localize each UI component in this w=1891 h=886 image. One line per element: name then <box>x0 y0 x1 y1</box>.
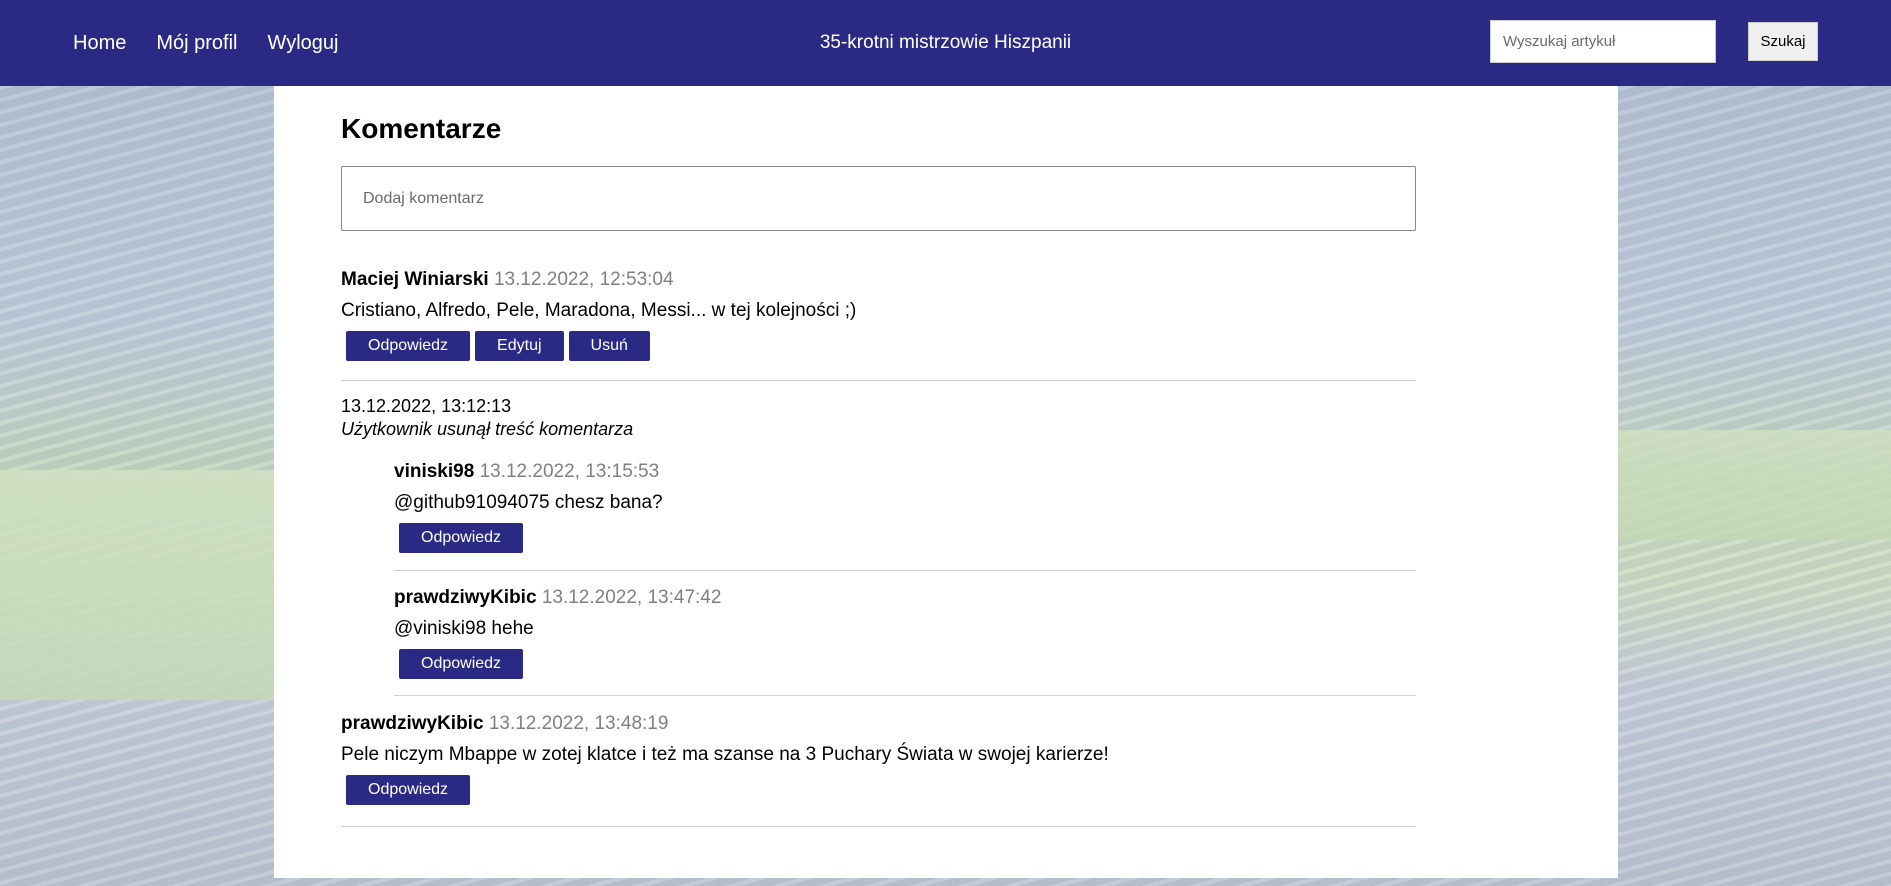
comment-author[interactable]: prawdziwyKibic <box>394 587 537 608</box>
comment-date: 13.12.2022, 13:15:53 <box>479 461 660 482</box>
search-input[interactable] <box>1490 20 1716 63</box>
comment-meta: Maciej Winiarski 13.12.2022, 12:53:04 <box>341 269 1416 291</box>
comment-author[interactable]: Maciej Winiarski <box>341 269 489 290</box>
comment-author[interactable]: prawdziwyKibic <box>341 713 484 734</box>
comment-date: 13.12.2022, 13:12:13 <box>341 396 512 416</box>
comment-date: 13.12.2022, 13:48:19 <box>488 713 669 734</box>
comment-actions: Odpowiedz <box>394 649 1416 679</box>
comment-actions: Odpowiedz Edytuj Usuń <box>341 331 1416 361</box>
comment-text: Pele niczym Mbappe w zotej klatce i też … <box>341 744 1109 765</box>
nav-link-my-profile[interactable]: Mój profil <box>156 32 237 55</box>
top-navbar: Home Mój profil Wyloguj 35-krotni mistrz… <box>0 0 1891 86</box>
reply-button[interactable]: Odpowiedz <box>399 523 524 553</box>
deleted-comment-text: Użytkownik usunął treść komentarza <box>341 419 634 439</box>
edit-button[interactable]: Edytuj <box>475 331 564 361</box>
comment-item: prawdziwyKibic 13.12.2022, 13:48:19 Pele… <box>341 713 1416 827</box>
comment-text: Cristiano, Alfredo, Pele, Maradona, Mess… <box>341 300 857 321</box>
search-button[interactable]: Szukaj <box>1748 22 1818 61</box>
comment-date: 13.12.2022, 13:47:42 <box>541 587 722 608</box>
add-comment-input[interactable] <box>341 166 1416 231</box>
comment-meta: viniski98 13.12.2022, 13:15:53 <box>394 461 1416 483</box>
comment-actions: Odpowiedz <box>394 523 1416 553</box>
comments-title: Komentarze <box>341 113 502 144</box>
nav-links: Home Mój profil Wyloguj <box>73 0 368 86</box>
reply-item: viniski98 13.12.2022, 13:15:53 @github91… <box>394 461 1416 571</box>
comment-item-deleted: 13.12.2022, 13:12:13 Użytkownik usunął t… <box>341 396 1416 440</box>
comment-text: @github91094075 chesz bana? <box>394 492 663 513</box>
reply-item: prawdziwyKibic 13.12.2022, 13:47:42 @vin… <box>394 587 1416 696</box>
nav-link-home[interactable]: Home <box>73 32 126 55</box>
delete-button[interactable]: Usuń <box>568 331 650 361</box>
comment-text: @viniski98 hehe <box>394 618 534 639</box>
nav-link-logout[interactable]: Wyloguj <box>268 32 339 55</box>
reply-button[interactable]: Odpowiedz <box>346 331 471 361</box>
comment-meta: prawdziwyKibic 13.12.2022, 13:47:42 <box>394 587 1416 609</box>
comment-date: 13.12.2022, 12:53:04 <box>493 269 674 290</box>
main-panel: Komentarze Maciej Winiarski 13.12.2022, … <box>274 86 1618 878</box>
comment-item: Maciej Winiarski 13.12.2022, 12:53:04 Cr… <box>341 269 1416 381</box>
reply-button[interactable]: Odpowiedz <box>399 649 524 679</box>
comment-meta: prawdziwyKibic 13.12.2022, 13:48:19 <box>341 713 1416 735</box>
comment-actions: Odpowiedz <box>341 775 1416 805</box>
comment-author[interactable]: viniski98 <box>394 461 474 482</box>
reply-button[interactable]: Odpowiedz <box>346 775 471 805</box>
